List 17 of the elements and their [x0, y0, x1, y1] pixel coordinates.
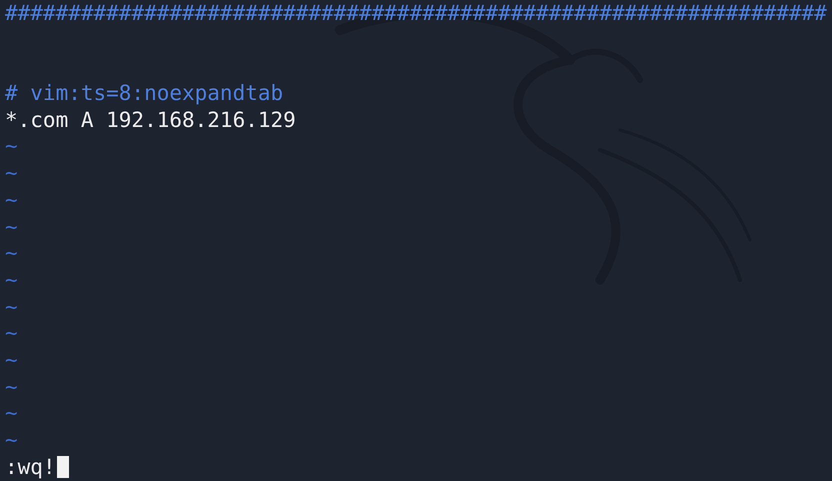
empty-line-tilde: ~: [5, 241, 18, 266]
comment-line: #################################################################: [5, 1, 827, 25]
empty-line-tilde: ~: [5, 428, 18, 452]
empty-line-tilde: ~: [5, 374, 18, 399]
empty-line-tilde: ~: [5, 188, 18, 212]
empty-line-tilde: ~: [5, 134, 18, 158]
command-line[interactable]: :wq!: [5, 454, 56, 480]
empty-line-tilde: ~: [5, 268, 18, 292]
empty-line-tilde: ~: [5, 401, 18, 426]
text-line: *.com A 192.168.216.129: [5, 108, 296, 132]
empty-line-tilde: ~: [5, 161, 18, 186]
empty-line-tilde: ~: [5, 294, 18, 319]
empty-line-tilde: ~: [5, 321, 18, 346]
empty-line-tilde: ~: [5, 214, 18, 238]
comment-line: # vim:ts=8:noexpandtab: [5, 81, 284, 106]
empty-line-tilde: ~: [5, 348, 18, 372]
cursor-block-icon: [56, 456, 69, 478]
